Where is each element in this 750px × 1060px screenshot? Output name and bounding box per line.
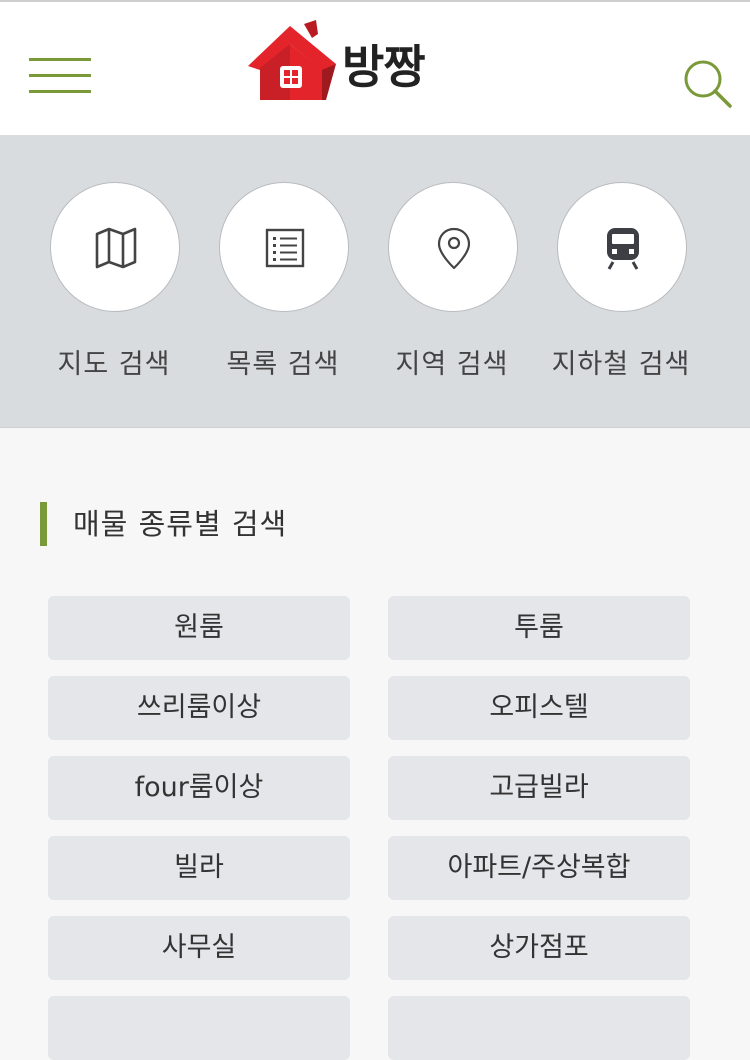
subway-icon: [607, 228, 639, 270]
type-button-four-room[interactable]: four룸이상: [48, 756, 350, 820]
type-button-one-room[interactable]: 원룸: [48, 596, 350, 660]
type-button-office[interactable]: 사무실: [48, 916, 350, 980]
app-header: 방짱: [0, 2, 750, 135]
logo[interactable]: 방짱: [246, 20, 446, 104]
type-button-two-room[interactable]: 투룸: [388, 596, 690, 660]
menu-button[interactable]: [29, 52, 91, 98]
type-button-officetel[interactable]: 오피스텔: [388, 676, 690, 740]
quick-search-circle: [557, 182, 687, 312]
quick-search-bar: 지도 검색 목록 검색 지역 검색 지하철 검색: [0, 135, 750, 428]
type-button-store[interactable]: 상가점포: [388, 916, 690, 980]
search-icon: [684, 60, 732, 108]
quick-search-label: 지하철 검색: [551, 349, 691, 380]
type-button-villa[interactable]: 빌라: [48, 836, 350, 900]
type-button-luxury-villa[interactable]: 고급빌라: [388, 756, 690, 820]
quick-search-label: 지역 검색: [395, 349, 509, 380]
logo-text: 방짱: [342, 40, 426, 94]
type-button-apartment[interactable]: 아파트/주상복합: [388, 836, 690, 900]
quick-search-region[interactable]: 지역 검색: [372, 182, 532, 392]
quick-search-circle: [219, 182, 349, 312]
search-button[interactable]: [682, 58, 734, 110]
quick-search-map[interactable]: 지도 검색: [34, 182, 194, 392]
type-button-partial[interactable]: [48, 996, 350, 1060]
list-icon: [265, 228, 305, 268]
quick-search-label: 목록 검색: [226, 349, 340, 380]
type-button-partial[interactable]: [388, 996, 690, 1060]
house-logo-icon: [248, 20, 336, 100]
quick-search-label: 지도 검색: [57, 349, 171, 380]
location-pin-icon: [437, 227, 471, 270]
quick-search-subway[interactable]: 지하철 검색: [541, 182, 701, 392]
quick-search-list[interactable]: 목록 검색: [203, 182, 363, 392]
quick-search-circle: [388, 182, 518, 312]
map-icon: [95, 227, 137, 269]
section-title: 매물 종류별 검색: [40, 502, 287, 546]
quick-search-circle: [50, 182, 180, 312]
type-button-three-room[interactable]: 쓰리룸이상: [48, 676, 350, 740]
